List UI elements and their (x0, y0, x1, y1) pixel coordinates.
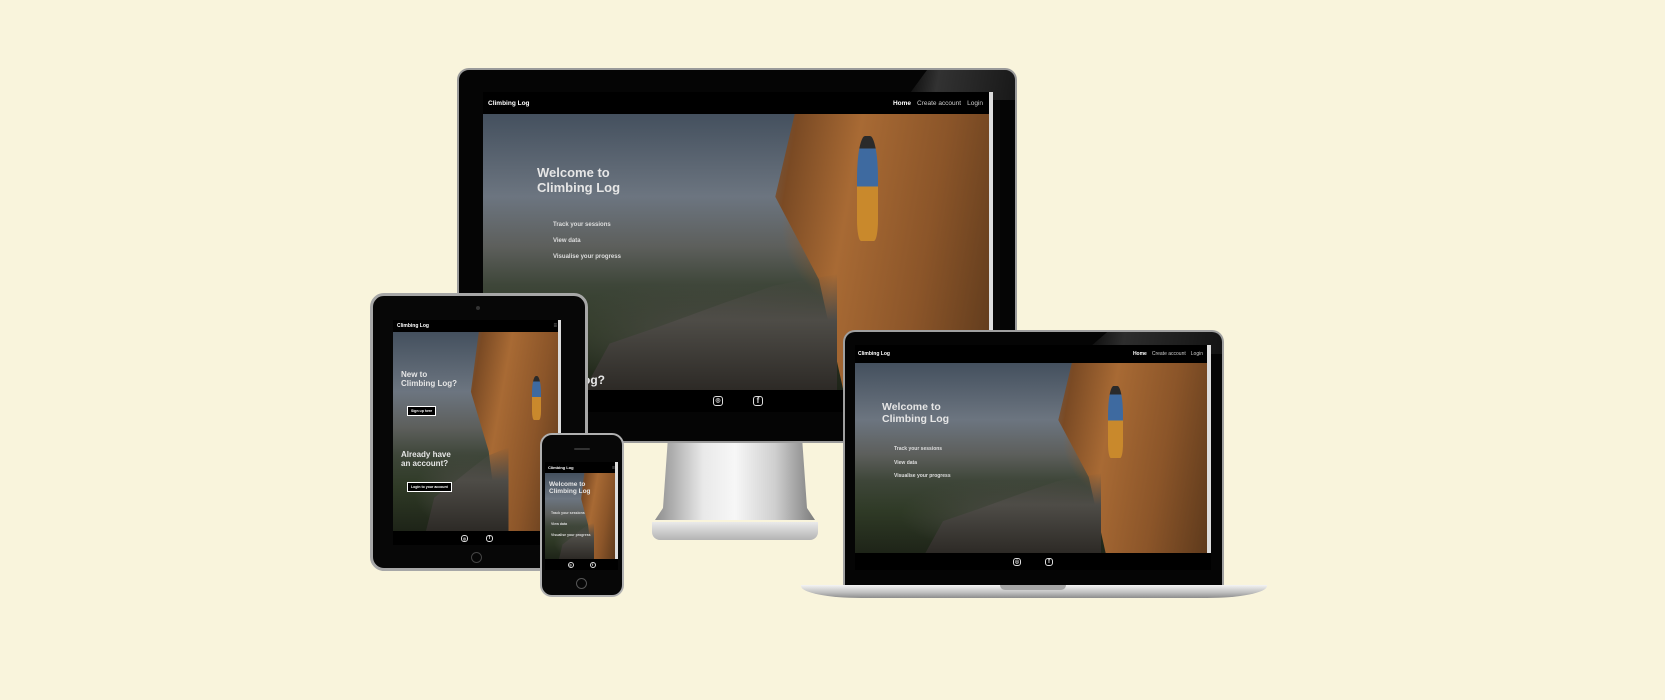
monitor-stand-base (652, 522, 818, 540)
nav-create-account-link[interactable]: Create account (917, 100, 961, 107)
laptop-screen: Climbing Log Home Create account Login W… (855, 345, 1211, 570)
navbar: Climbing Log ≡ (545, 462, 618, 473)
hero-heading-line-2: Climbing Log (882, 413, 950, 426)
feature-view: View data (551, 522, 568, 526)
facebook-icon[interactable]: f (753, 396, 763, 406)
tablet-camera (476, 306, 480, 310)
feature-view: View data (894, 460, 917, 466)
instagram-icon[interactable]: ◎ (567, 561, 574, 568)
feature-visualise: Visualise your progress (551, 533, 591, 537)
navbar: Climbing Log ≡ (393, 320, 561, 332)
feature-view: View data (553, 238, 581, 244)
hamburger-menu-icon[interactable]: ≡ (553, 323, 557, 329)
rock-boulders (559, 522, 594, 559)
nav-login-link[interactable]: Login (967, 100, 983, 107)
hero-heading: Welcome to Climbing Log (549, 481, 591, 496)
feature-visualise: Visualise your progress (894, 473, 951, 479)
feature-visualise: Visualise your progress (553, 254, 621, 260)
hero-image: Welcome to Climbing Log Track your sessi… (545, 473, 615, 559)
navbar: Climbing Log Home Create account Login (855, 345, 1211, 363)
monitor-stand (655, 440, 815, 520)
facebook-icon[interactable]: f (486, 534, 493, 542)
signup-heading-line-2: Climbing Log? (401, 379, 457, 389)
nav-links: Home Create account Login (893, 100, 983, 107)
rock-boulders (925, 473, 1102, 553)
phone-screen: Climbing Log ≡ Welcome to Climbing Log T… (545, 462, 618, 570)
hero-heading-line-2: Climbing Log (537, 179, 621, 195)
brand-logo[interactable]: Climbing Log (488, 100, 530, 107)
hero-heading: Welcome to Climbing Log (882, 401, 949, 425)
rock-boulders (584, 274, 838, 390)
nav-links: Home Create account Login (1133, 351, 1203, 357)
feature-track: Track your sessions (551, 511, 585, 515)
tablet-screen: Climbing Log ≡ New to Climbing Log? Sign… (393, 320, 561, 545)
login-heading: Already have an account? (401, 450, 451, 468)
nav-home-link[interactable]: Home (893, 100, 911, 107)
climber-figure (531, 375, 542, 420)
laptop-hinge-notch (1000, 585, 1066, 590)
signup-heading-line-1: New to (401, 370, 428, 379)
climber-figure (1108, 385, 1123, 458)
phone-home-button (576, 578, 587, 589)
brand-logo[interactable]: Climbing Log (397, 323, 429, 329)
facebook-icon[interactable]: f (1045, 557, 1053, 566)
footer: ◎ f (855, 553, 1211, 570)
instagram-icon[interactable]: ◎ (1013, 557, 1021, 566)
footer: ◎ f (545, 559, 618, 570)
hero-heading: Welcome to Climbing Log (537, 165, 621, 196)
footer: ◎ f (393, 531, 561, 545)
feature-track: Track your sessions (553, 222, 611, 228)
hero-heading-line-1: Welcome to (537, 165, 610, 180)
scrollbar[interactable] (1207, 345, 1211, 570)
login-heading-line-2: an account? (401, 459, 449, 469)
instagram-icon[interactable]: ◎ (461, 534, 468, 542)
climber-figure (857, 136, 878, 241)
login-heading-line-1: Already have (401, 450, 451, 459)
signup-button[interactable]: Sign up here (407, 406, 437, 416)
hero-heading-line-1: Welcome to (882, 401, 941, 413)
navbar: Climbing Log Home Create account Login (483, 92, 993, 114)
brand-logo[interactable]: Climbing Log (858, 351, 890, 357)
facebook-icon[interactable]: f (589, 561, 596, 568)
tablet-home-button (471, 552, 482, 563)
nav-create-account-link[interactable]: Create account (1152, 351, 1186, 357)
signup-heading: New to Climbing Log? (401, 370, 457, 388)
instagram-icon[interactable]: ◎ (713, 396, 723, 406)
hero-image: Welcome to Climbing Log Track your sessi… (855, 363, 1207, 553)
hero-heading-line-2: Climbing Log (549, 488, 591, 496)
scrollbar[interactable] (615, 462, 618, 570)
brand-logo[interactable]: Climbing Log (548, 465, 574, 470)
phone-speaker (574, 448, 590, 450)
nav-login-link[interactable]: Login (1191, 351, 1203, 357)
hero-image: New to Climbing Log? Sign up here Alread… (393, 332, 558, 531)
hero-heading-line-1: Welcome to (549, 481, 586, 488)
feature-track: Track your sessions (894, 446, 943, 452)
nav-home-link[interactable]: Home (1133, 351, 1147, 357)
login-button[interactable]: Login to your account (407, 482, 452, 492)
